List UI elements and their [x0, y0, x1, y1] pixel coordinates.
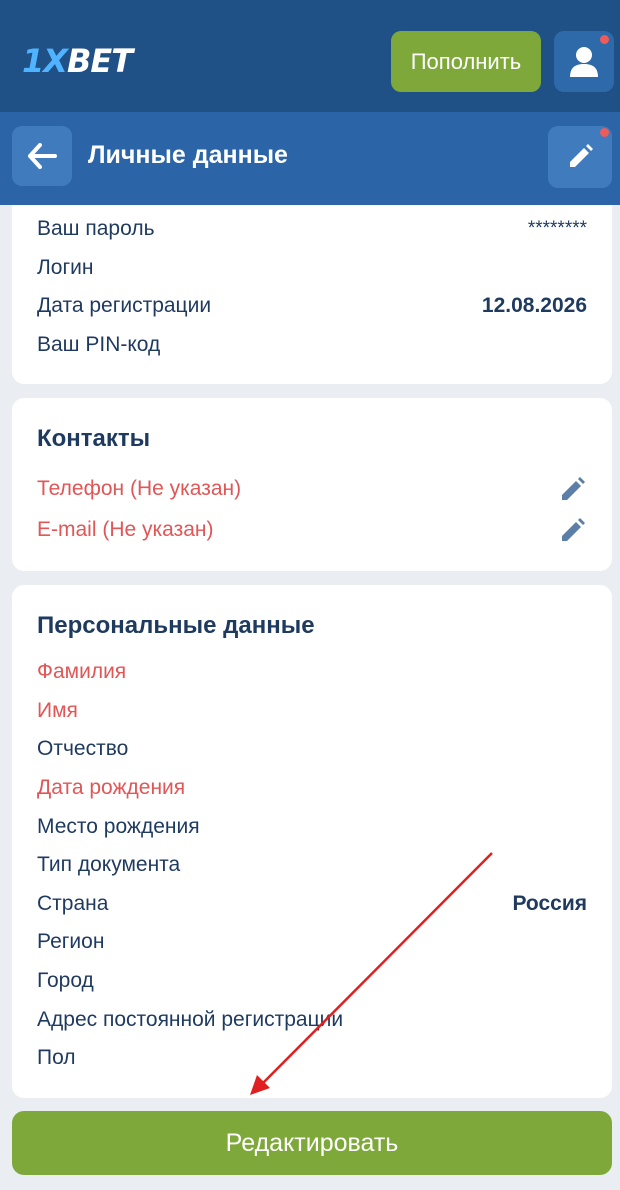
row-label: Логин — [37, 256, 94, 279]
notification-dot-icon — [600, 128, 609, 137]
section-title: Контакты — [37, 425, 151, 452]
list-item: Город — [37, 966, 587, 996]
profile-button[interactable] — [554, 31, 614, 92]
list-item: Имя — [37, 696, 587, 726]
page-title: Личные данные — [88, 141, 288, 169]
row-label: Место рождения — [37, 815, 200, 838]
list-item[interactable]: E-mail (Не указан) — [37, 515, 587, 545]
row-label: Город — [37, 969, 94, 992]
row-label: Адрес постоянной регистрации — [37, 1008, 344, 1031]
row-label: Пол — [37, 1046, 76, 1069]
pencil-icon — [570, 144, 593, 167]
list-item: Фамилия — [37, 657, 587, 687]
row-label: Ваш PIN-код — [37, 333, 161, 356]
edit-button[interactable]: Редактировать — [12, 1111, 612, 1175]
back-button[interactable] — [12, 126, 72, 186]
row-label: Дата рождения — [37, 776, 186, 799]
row-value: ******** — [527, 218, 587, 239]
page-header: Личные данные — [0, 112, 620, 205]
row-value: Россия — [512, 892, 587, 915]
list-item: Ваш PIN-код — [37, 330, 587, 360]
row-value: 12.08.2026 — [481, 294, 587, 317]
arrow-left-icon — [28, 143, 57, 169]
logo-prefix: 1X — [22, 42, 68, 80]
row-label: Фамилия — [37, 660, 127, 683]
user-icon — [570, 46, 598, 77]
contacts-card: Контакты Телефон (Не указан) E-mail (Не … — [12, 398, 612, 571]
list-item[interactable]: Телефон (Не указан) — [37, 474, 587, 504]
row-label: E-mail (Не указан) — [37, 518, 214, 541]
list-item: Отчество — [37, 734, 587, 764]
list-item: Логин — [37, 253, 587, 283]
row-label: Телефон (Не указан) — [37, 477, 242, 500]
top-bar: 1XBET Пополнить — [0, 0, 620, 112]
row-label: Отчество — [37, 737, 129, 760]
list-item: Регион — [37, 927, 587, 957]
row-label: Регион — [37, 930, 105, 953]
row-label: Дата регистрации — [37, 294, 212, 317]
row-label: Страна — [37, 892, 109, 915]
row-label: Ваш пароль — [37, 217, 155, 240]
section-title: Персональные данные — [37, 612, 315, 639]
list-item: Место рождения — [37, 812, 587, 842]
pencil-icon[interactable] — [559, 516, 587, 544]
pencil-icon[interactable] — [559, 475, 587, 503]
edit-profile-button[interactable] — [548, 126, 612, 188]
account-card: Ваш пароль ******** Логин Дата регистрац… — [12, 205, 612, 384]
deposit-button[interactable]: Пополнить — [391, 31, 541, 92]
list-item: Страна Россия — [37, 889, 587, 919]
personal-data-card: Персональные данные Фамилия Имя Отчество… — [12, 585, 612, 1098]
list-item: Адрес постоянной регистрации — [37, 1005, 587, 1035]
list-item: Дата рождения — [37, 773, 587, 803]
list-item: Ваш пароль ******** — [37, 214, 587, 244]
notification-dot-icon — [600, 35, 609, 44]
list-item: Дата регистрации 12.08.2026 — [37, 291, 587, 321]
row-label: Тип документа — [37, 853, 181, 876]
logo-suffix: BET — [66, 42, 133, 80]
row-label: Имя — [37, 699, 78, 722]
list-item: Пол — [37, 1043, 587, 1073]
list-item: Тип документа — [37, 850, 587, 880]
logo[interactable]: 1XBET — [22, 42, 133, 80]
